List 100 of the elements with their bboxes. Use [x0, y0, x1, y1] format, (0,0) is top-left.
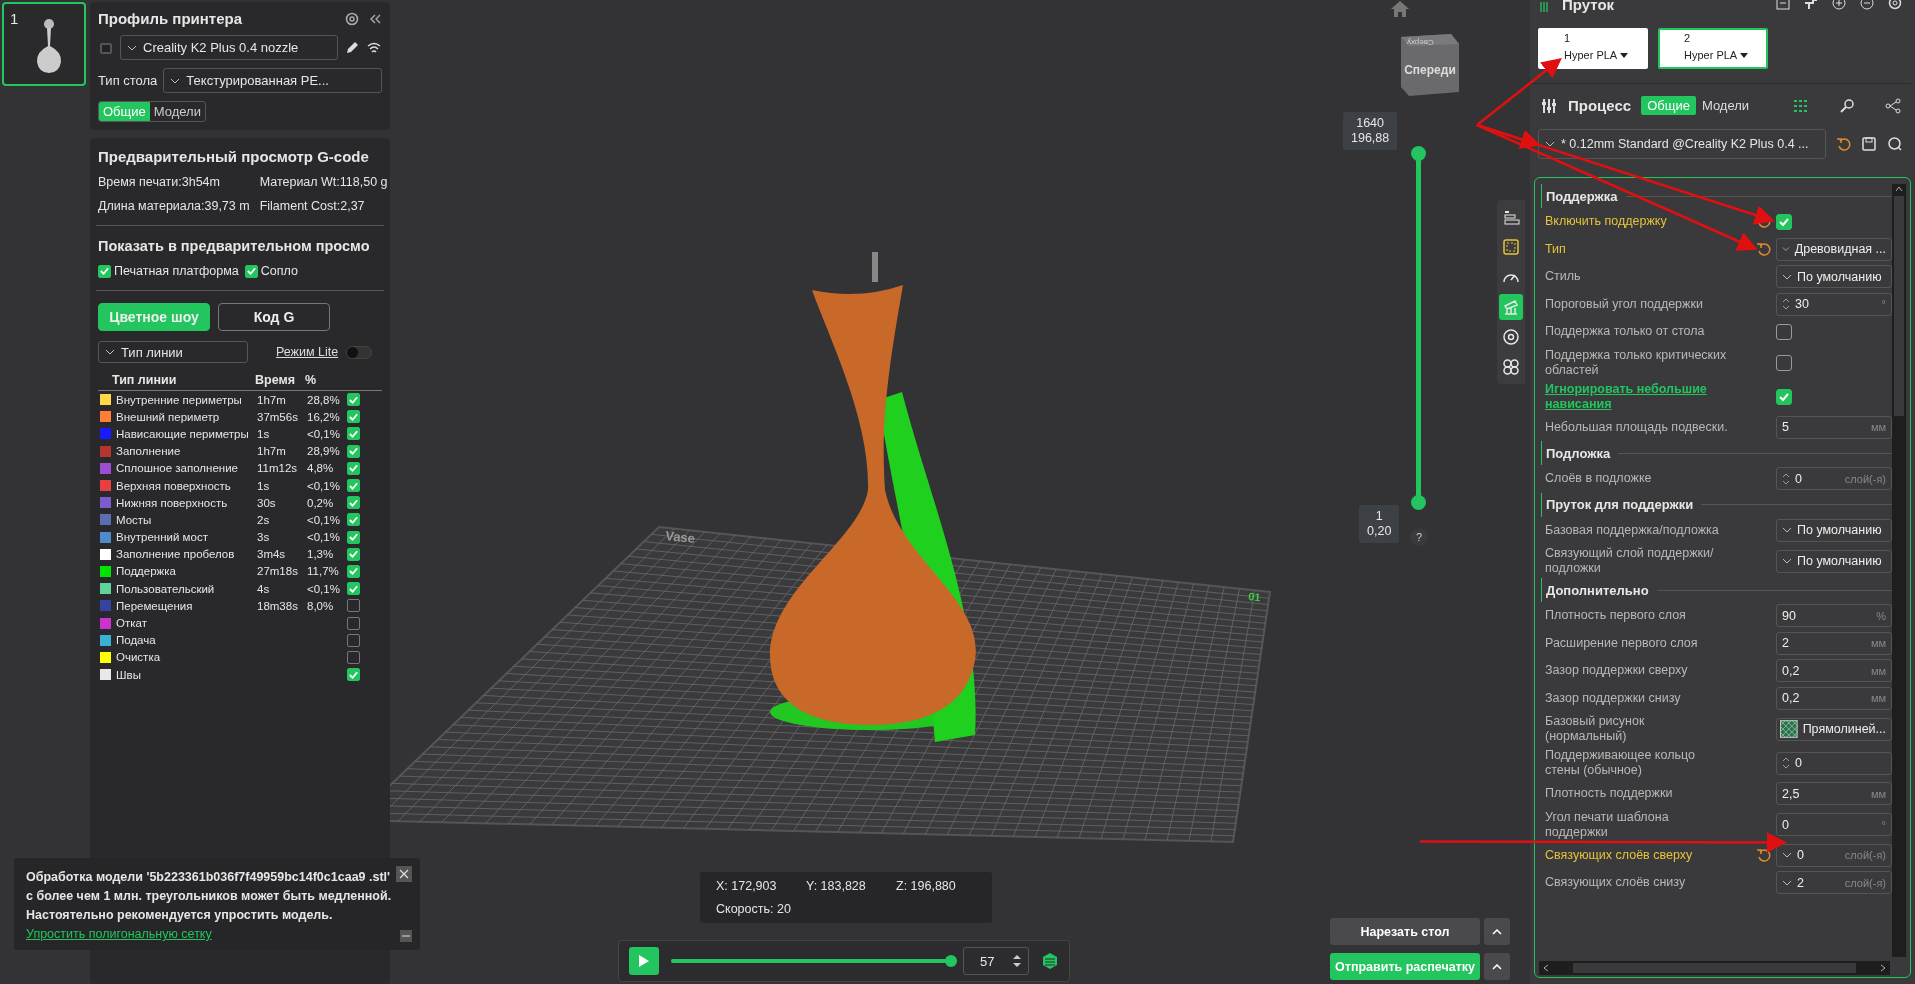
action-button[interactable]: Нарезать стол [1330, 918, 1480, 945]
checkbox[interactable] [347, 410, 360, 424]
checkbox[interactable] [347, 633, 360, 647]
view-mode-button[interactable]: Код G [218, 303, 330, 331]
section-header: Поддержка [1546, 188, 1618, 204]
vase-icon [34, 18, 64, 76]
line-type-select[interactable]: Тип линии [98, 341, 248, 363]
plate-thumbnail[interactable]: 1 [2, 2, 86, 86]
slider-handle[interactable] [1411, 495, 1426, 510]
save-icon[interactable] [1861, 136, 1877, 152]
percent-text: <0,1% [307, 427, 341, 440]
percent-text: 4,8% [307, 462, 335, 475]
toggle-switch[interactable] [346, 345, 373, 359]
setting-label: Связующих слоёв снизу [1545, 875, 1687, 891]
scrollbar[interactable] [1539, 961, 1890, 975]
reset-icon[interactable] [1836, 136, 1851, 152]
checkbox[interactable] [347, 393, 360, 407]
minimize-button[interactable] [400, 930, 412, 942]
line-type-label: Мосты [116, 513, 153, 526]
input-field[interactable]: 0,2 мм [1776, 686, 1892, 710]
dropdown[interactable]: По умолчанию [1776, 265, 1892, 289]
help-button[interactable]: ? [1410, 528, 1428, 546]
checkbox[interactable] [347, 616, 360, 630]
input-field[interactable]: 0 ° [1776, 813, 1892, 836]
checkbox[interactable] [98, 264, 111, 278]
chevron-icon [170, 77, 181, 84]
caret-icon [1895, 186, 1903, 192]
filament-slot[interactable]: 2 Hyper PLA [1658, 28, 1768, 69]
dropdown[interactable]: 0 слой(-я) [1776, 843, 1892, 867]
settings-icon[interactable] [344, 10, 360, 27]
step-field[interactable]: 57 [963, 947, 1029, 975]
stepper-icon [1782, 297, 1790, 312]
input-field[interactable]: 5 мм [1776, 415, 1892, 439]
dropdown[interactable]: По умолчанию [1776, 549, 1892, 573]
percent-text: 16,2% [307, 410, 341, 423]
time-text: 37m56s [257, 410, 299, 423]
checkbox[interactable] [347, 427, 360, 441]
reset-icon[interactable] [1756, 847, 1771, 863]
dropdown[interactable]: По умолчанию [1776, 518, 1892, 542]
checkbox[interactable] [347, 496, 360, 510]
time-text: 11m12s [257, 462, 299, 475]
tab[interactable]: Модели [149, 102, 205, 121]
checkbox[interactable] [347, 650, 360, 664]
setting-label: Поддержка только от стола [1545, 324, 1706, 340]
stepper-icon[interactable] [1012, 954, 1022, 968]
scrollbar-thumb[interactable] [1894, 196, 1904, 416]
checkbox[interactable] [1776, 323, 1792, 340]
setting-link[interactable]: Игнорировать небольшие нависания [1545, 381, 1735, 412]
reset-icon[interactable] [1756, 241, 1771, 257]
setting-label: Плотность поддержки [1545, 786, 1674, 802]
home-icon[interactable] [1390, 0, 1410, 18]
scrollbar[interactable] [1892, 184, 1906, 957]
play-icon [638, 954, 650, 968]
notification-text: Обработка модели '5b223361b036f7f49959bc14f0c1caa9 .stl' с более чем 1 млн. треугольников может быть медленной. Настоятельно рекомендуется упростить модель. Упростить полигональную сетку [26, 869, 393, 943]
tab[interactable]: Модели [1695, 96, 1756, 115]
search-icon[interactable] [1887, 136, 1903, 152]
dropdown[interactable]: 2 слой(-я) [1776, 871, 1892, 895]
checkbox[interactable] [347, 547, 360, 561]
spin-field[interactable]: 30 ° [1776, 292, 1892, 316]
checkbox[interactable] [1776, 388, 1792, 405]
spin-field[interactable]: 0 [1776, 751, 1892, 775]
caret-icon [1492, 928, 1502, 935]
preset-select[interactable]: * 0.12mm Standard @Creality K2 Plus 0.4 ... [1538, 129, 1826, 159]
wifi-icon[interactable] [366, 40, 382, 55]
layer-value: 1 [1374, 509, 1384, 524]
checkbox[interactable] [244, 264, 258, 278]
checkbox[interactable] [347, 530, 360, 544]
slider-handle[interactable] [1411, 146, 1426, 161]
input-field[interactable]: 90 % [1776, 604, 1892, 628]
collapse-icon[interactable] [368, 12, 382, 25]
checkbox[interactable] [347, 513, 360, 527]
checkbox[interactable] [347, 668, 360, 682]
pattern-dropdown[interactable]: Прямолиней... [1776, 717, 1892, 741]
input-field[interactable]: 2 мм [1776, 631, 1892, 655]
expand-button[interactable] [1484, 918, 1510, 945]
input-field[interactable]: 2,5 мм [1776, 782, 1892, 806]
list-icon[interactable] [1793, 97, 1809, 114]
simplify-link[interactable]: Упростить полигональную сетку [26, 927, 212, 941]
input-field[interactable]: 0,2 мм [1776, 659, 1892, 683]
expand-button[interactable] [1484, 953, 1510, 980]
layers-icon[interactable] [1041, 952, 1059, 970]
printer-select[interactable]: Creality K2 Plus 0.4 nozzle [120, 35, 338, 60]
checkbox[interactable] [347, 564, 360, 578]
section-title: Профиль принтера [98, 10, 244, 27]
checkbox[interactable] [347, 599, 360, 613]
filament-slot[interactable]: 1 Hyper PLA [1538, 28, 1648, 69]
checkbox[interactable] [347, 444, 360, 458]
share-icon[interactable] [1885, 97, 1901, 114]
dropdown[interactable]: Древовидная ... [1776, 237, 1892, 261]
checkbox[interactable] [1776, 213, 1792, 230]
checkbox[interactable] [347, 479, 360, 493]
checkbox[interactable] [1776, 354, 1792, 371]
close-button[interactable] [396, 866, 412, 882]
checkbox[interactable] [347, 582, 360, 596]
slider-handle[interactable] [945, 955, 957, 967]
bed-type-select[interactable]: Текстурированная PE... [163, 68, 382, 93]
spin-field[interactable]: 0 слой(-я) [1776, 467, 1892, 491]
caret-icon [1492, 963, 1502, 970]
edit-icon[interactable] [344, 39, 360, 56]
checkbox[interactable] [347, 461, 360, 475]
